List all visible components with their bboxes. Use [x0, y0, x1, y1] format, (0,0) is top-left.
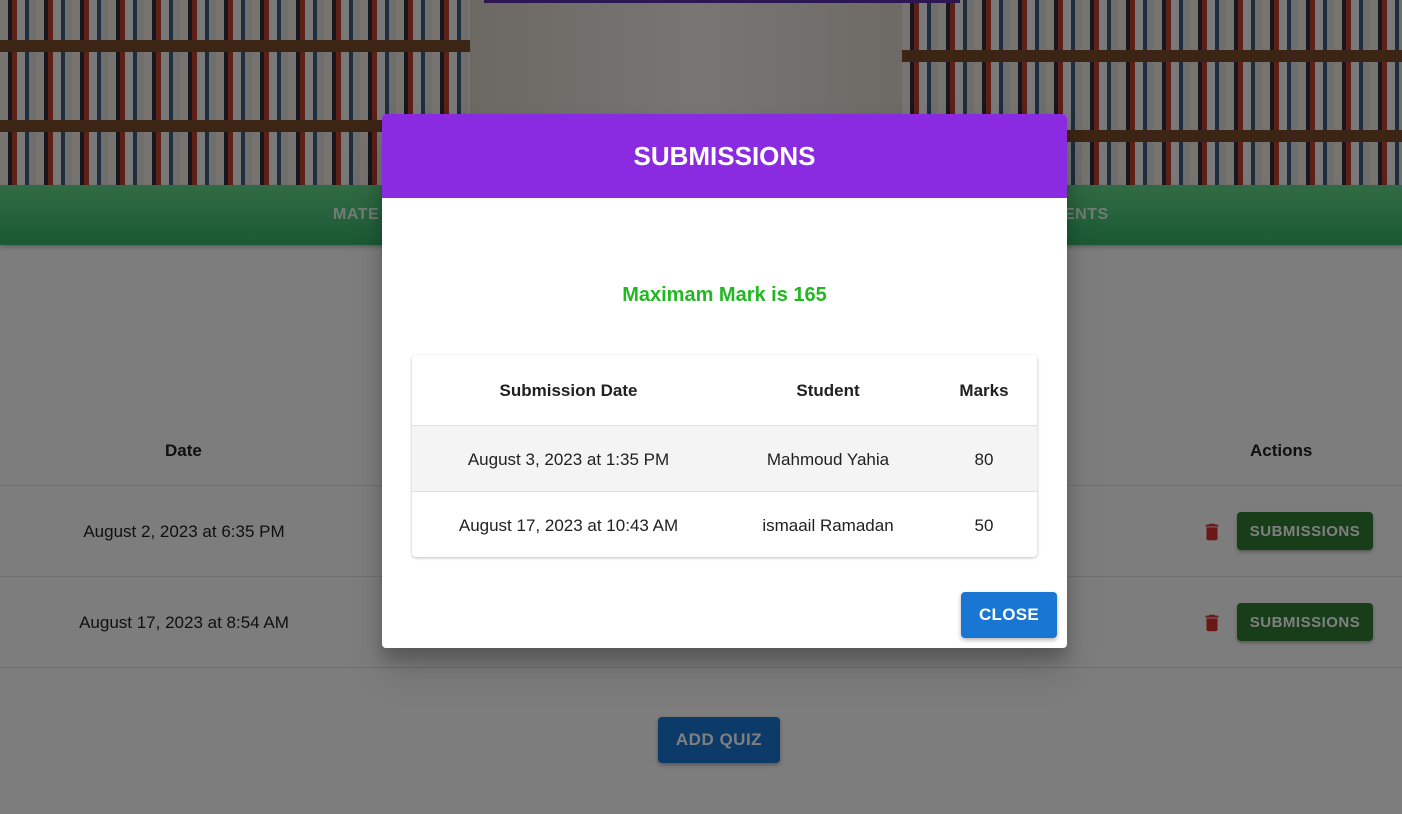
max-mark-text: Maximam Mark is 165: [622, 284, 827, 306]
submission-date-cell: August 3, 2023 at 1:35 PM: [467, 450, 670, 469]
table-row: August 17, 2023 at 10:43 AM ismaail Rama…: [412, 492, 1037, 557]
close-button[interactable]: CLOSE: [961, 592, 1057, 638]
submission-date-cell: August 17, 2023 at 10:43 AM: [458, 516, 679, 535]
submissions-table-header: Submission Date Student Marks: [412, 355, 1037, 426]
student-cell: Mahmoud Yahia: [766, 450, 890, 469]
marks-cell: 80: [974, 450, 994, 469]
marks-cell: 50: [974, 516, 994, 535]
table-row: August 3, 2023 at 1:35 PM Mahmoud Yahia …: [412, 426, 1037, 492]
column-header-marks: Marks: [959, 381, 1009, 400]
student-cell: ismaail Ramadan: [762, 516, 894, 535]
column-header-student: Student: [796, 381, 860, 400]
submissions-table: Submission Date Student Marks August 3, …: [412, 355, 1037, 557]
submissions-dialog: SUBMISSIONS Maximam Mark is 165 Submissi…: [382, 114, 1067, 648]
dialog-title: SUBMISSIONS: [382, 114, 1067, 198]
column-header-submission-date: Submission Date: [499, 381, 638, 400]
